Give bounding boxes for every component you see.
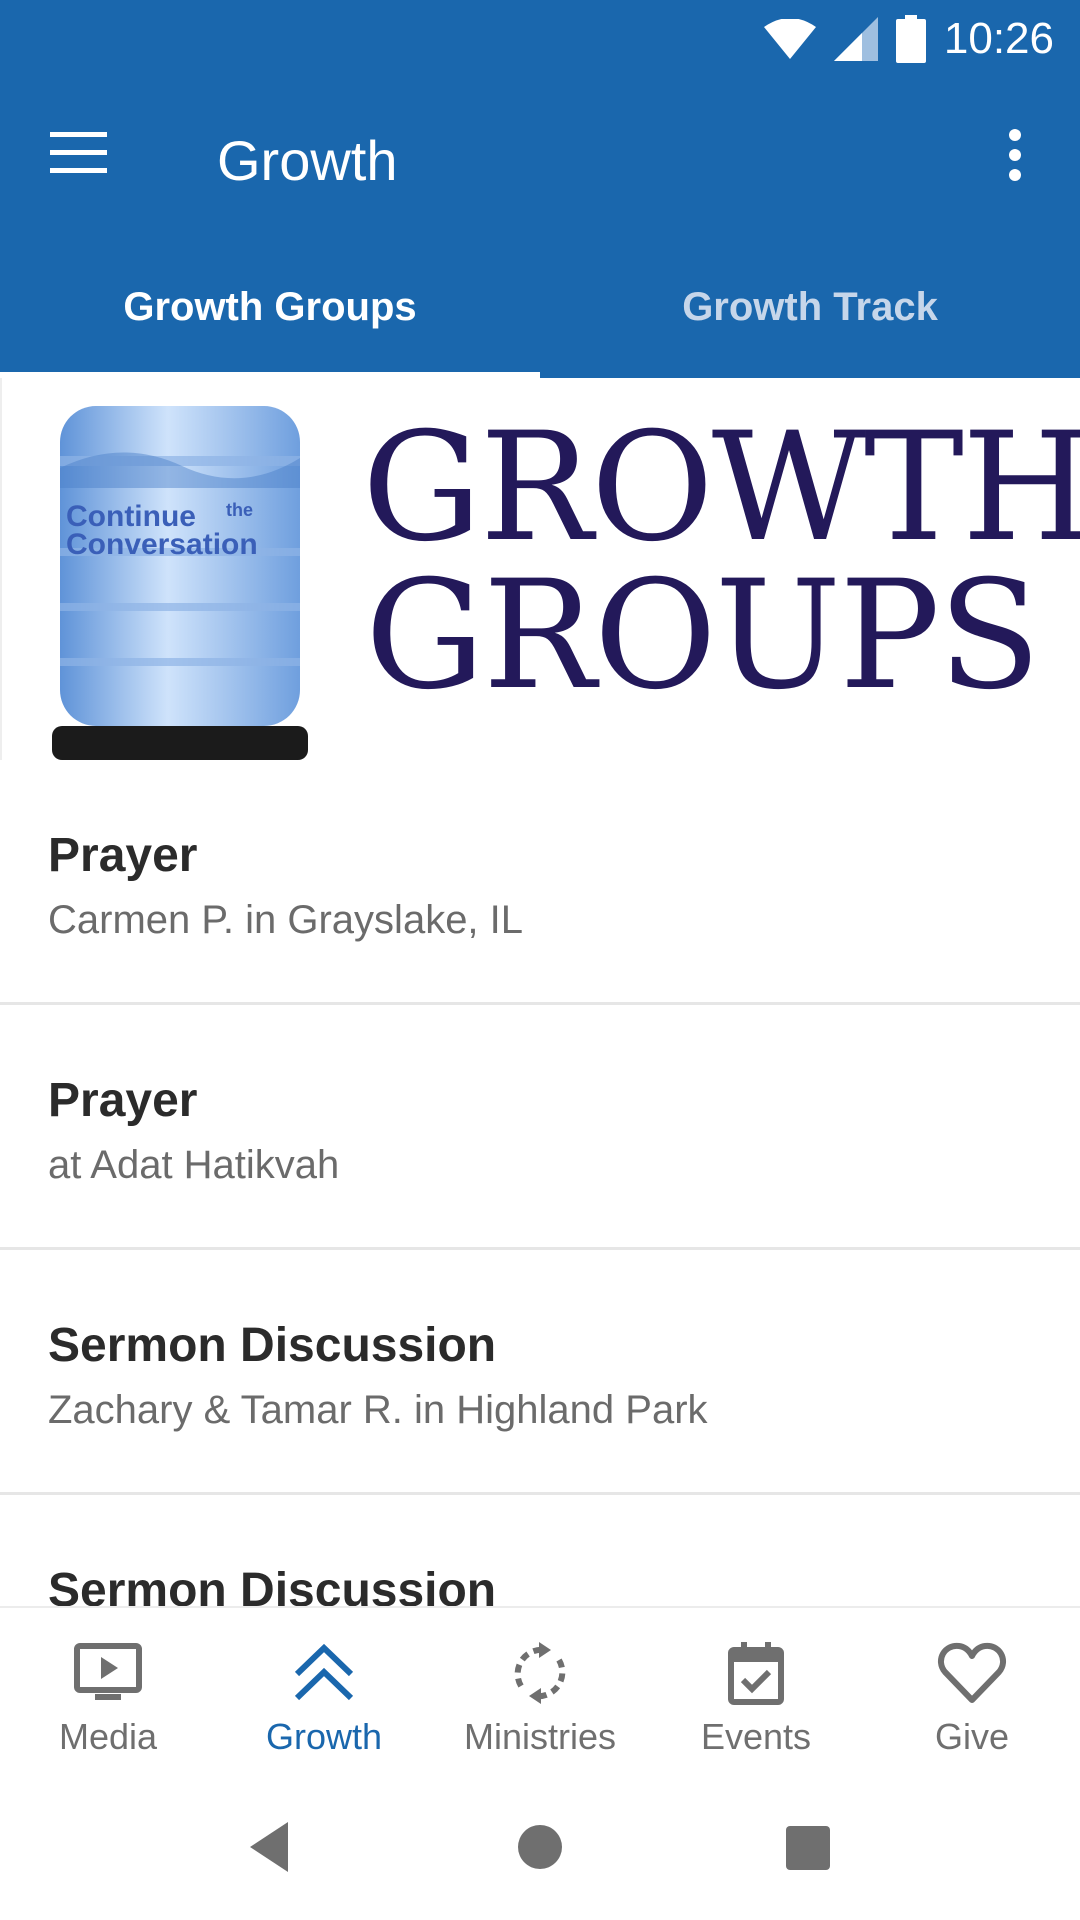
nav-label-media: Media bbox=[58, 1716, 158, 1757]
water-jug-image: Continue the Conversation bbox=[52, 406, 308, 760]
tab-growth-track[interactable]: Growth Track bbox=[540, 236, 1080, 378]
nav-item-media[interactable]: Media bbox=[0, 1608, 216, 1778]
nav-item-give[interactable]: Give bbox=[864, 1608, 1080, 1778]
list-item-title: Prayer bbox=[48, 1074, 198, 1127]
list-item-title: Prayer bbox=[48, 829, 198, 882]
double-chevron-up-icon bbox=[294, 1643, 354, 1701]
list-item-title: Sermon Discussion bbox=[48, 1319, 497, 1372]
nav-label-events: Events bbox=[700, 1716, 812, 1757]
list-item[interactable]: Prayer Carmen P. in Grayslake, IL bbox=[0, 760, 1080, 1005]
tab-growth-groups[interactable]: Growth Groups bbox=[0, 236, 540, 378]
nav-label-growth: Growth bbox=[265, 1716, 383, 1757]
nav-label-ministries: Ministries bbox=[463, 1716, 616, 1757]
growth-groups-list: Prayer Carmen P. in Grayslake, IL Prayer… bbox=[0, 760, 1080, 1740]
recents-icon[interactable] bbox=[772, 1812, 842, 1882]
nav-item-growth[interactable]: Growth bbox=[216, 1608, 432, 1778]
nav-item-ministries[interactable]: Ministries bbox=[432, 1608, 648, 1778]
jug-text-conversation: Conversation bbox=[66, 528, 258, 561]
nav-item-events[interactable]: Events bbox=[648, 1608, 864, 1778]
list-item-subtitle: Zachary & Tamar R. in Highland Park bbox=[48, 1388, 708, 1432]
banner-title-line-1: GROWTH bbox=[362, 401, 1080, 575]
list-item-subtitle: at Adat Hatikvah bbox=[48, 1143, 340, 1187]
tab-bar: Growth Groups Growth Track bbox=[0, 236, 1080, 378]
home-icon[interactable] bbox=[505, 1812, 575, 1882]
page-title: Growth bbox=[217, 129, 398, 192]
status-bar: 10:26 bbox=[0, 0, 1080, 78]
list-item[interactable]: Sermon Discussion Zachary & Tamar R. in … bbox=[0, 1250, 1080, 1495]
status-time: 10:26 bbox=[943, 14, 1054, 63]
back-icon[interactable] bbox=[238, 1812, 308, 1882]
bottom-navigation: Media Growth Ministries Events Give bbox=[0, 1606, 1080, 1778]
app-bar: Growth bbox=[0, 78, 1080, 236]
more-vert-icon[interactable] bbox=[990, 122, 1040, 192]
nav-label-give: Give bbox=[934, 1716, 1010, 1757]
heart-icon bbox=[938, 1642, 1006, 1703]
status-icons: 10:26 bbox=[763, 10, 1054, 68]
hamburger-menu-icon[interactable] bbox=[50, 130, 120, 186]
growth-groups-banner: Continue the Conversation GROWTH GROUPS bbox=[0, 378, 1080, 760]
banner-title-line-2: GROUPS bbox=[365, 549, 1041, 723]
battery-icon bbox=[895, 15, 926, 63]
refresh-icon bbox=[514, 1642, 566, 1704]
list-item-subtitle: Carmen P. in Grayslake, IL bbox=[48, 898, 524, 942]
wifi-icon bbox=[763, 19, 816, 59]
cell-signal-icon bbox=[833, 17, 878, 61]
tv-play-icon bbox=[74, 1643, 142, 1700]
system-navigation-bar bbox=[0, 1776, 1080, 1920]
calendar-check-icon bbox=[728, 1642, 784, 1705]
banner-title: GROWTH GROUPS bbox=[362, 401, 1080, 723]
list-item[interactable]: Prayer at Adat Hatikvah bbox=[0, 1005, 1080, 1250]
jug-text-the: the bbox=[226, 500, 253, 520]
